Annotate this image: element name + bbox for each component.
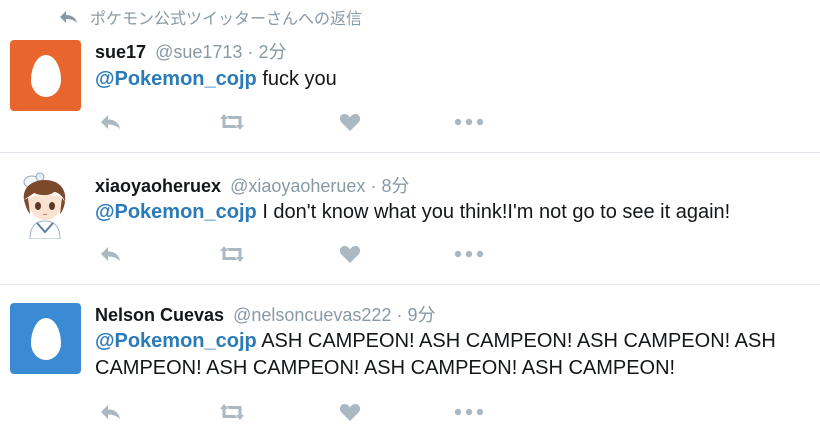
tweet-actions [95,242,495,266]
tweet-header: Nelson Cuevas @nelsoncuevas222 · 9分 [95,301,436,327]
separator-dot: · [370,176,377,196]
tweet-header: xiaoyaoheruex @xiaoyaoheruex · 8分 [95,172,409,198]
user-name[interactable]: Nelson Cuevas [95,305,224,325]
timestamp[interactable]: 8分 [381,176,409,196]
in-reply-to-context[interactable]: ポケモン公式ツイッターさんへの返信 [58,4,362,30]
default-egg-avatar-icon [10,40,81,111]
tweet-body-text: I don't know what you think!I'm not go t… [256,201,731,223]
retweet-icon [220,114,244,130]
like-button[interactable] [337,242,363,266]
retweet-button[interactable] [216,400,248,424]
more-icon [454,408,484,416]
retweet-icon [220,246,244,262]
context-label: ポケモン公式ツイッターさんへの返信 [90,11,363,28]
avatar[interactable] [10,303,81,374]
heart-icon [339,404,361,421]
mention-link[interactable]: @Pokemon_cojp [95,201,257,223]
tweet-body-text: fuck you [256,68,337,90]
more-button[interactable] [453,242,485,266]
reply-button[interactable] [97,400,125,424]
more-button[interactable] [453,110,485,134]
user-handle[interactable]: @xiaoyaoheruex [230,176,365,196]
tweet-item[interactable]: xiaoyaoheruex @xiaoyaoheruex · 8分 @Pokem… [0,153,820,284]
avatar[interactable] [10,40,81,111]
reply-icon [101,405,120,419]
tweet-text: @Pokemon_cojp I don't know what you thin… [95,199,810,226]
separator-dot: · [247,42,254,62]
user-handle[interactable]: @nelsoncuevas222 [233,305,391,325]
default-egg-avatar-icon [10,303,81,374]
mention-link[interactable]: @Pokemon_cojp [95,330,257,352]
tweet-actions [95,400,495,424]
tweet-item[interactable]: sue17 @sue1713 · 2分 @Pokemon_cojp fuck y… [0,30,820,152]
more-icon [454,250,484,258]
timestamp[interactable]: 9分 [408,305,436,325]
tweet-text: @Pokemon_cojp fuck you [95,66,810,93]
anime-character-avatar-icon [10,168,81,239]
like-button[interactable] [337,110,363,134]
reply-icon [101,115,120,129]
avatar[interactable] [10,168,81,239]
mention-link[interactable]: @Pokemon_cojp [95,68,257,90]
tweet-item[interactable]: Nelson Cuevas @nelsoncuevas222 · 9分 @Pok… [0,285,820,436]
user-name[interactable]: xiaoyaoheruex [95,176,221,196]
retweet-button[interactable] [216,110,248,134]
reply-button[interactable] [97,110,125,134]
separator-dot: · [396,305,403,325]
user-handle[interactable]: @sue1713 [155,42,242,62]
heart-icon [339,114,361,131]
heart-icon [339,246,361,263]
tweet-header: sue17 @sue1713 · 2分 [95,38,286,64]
user-name[interactable]: sue17 [95,42,146,62]
timestamp[interactable]: 2分 [258,42,286,62]
more-icon [454,118,484,126]
tweet-text: @Pokemon_cojp ASH CAMPEON! ASH CAMPEON! … [95,328,810,382]
reply-arrow-icon [60,11,77,23]
like-button[interactable] [337,400,363,424]
more-button[interactable] [453,400,485,424]
reply-icon [101,247,120,261]
retweet-button[interactable] [216,242,248,266]
reply-button[interactable] [97,242,125,266]
tweet-actions [95,110,495,134]
retweet-icon [220,404,244,420]
